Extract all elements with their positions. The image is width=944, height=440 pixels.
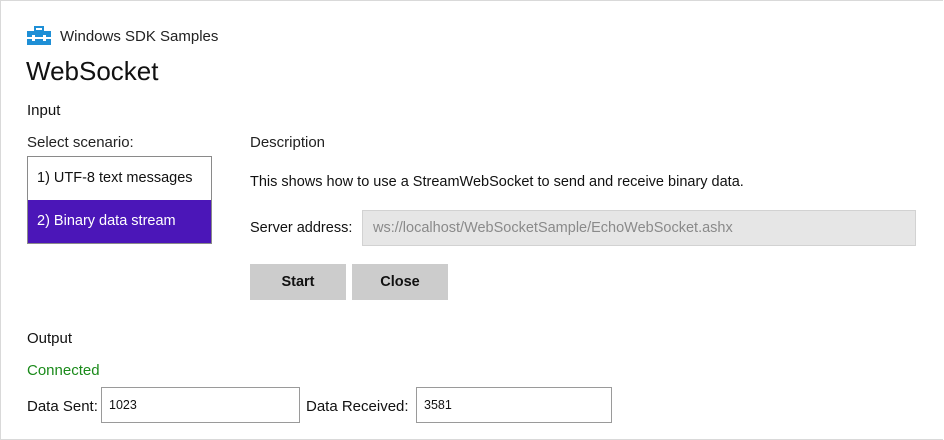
description-label: Description — [250, 134, 326, 151]
sdk-header: Windows SDK Samples — [26, 26, 218, 46]
server-address-label: Server address: — [250, 220, 353, 236]
scenario-label: Select scenario: — [27, 134, 134, 151]
scenario-item-binary[interactable]: 2) Binary data stream — [28, 200, 211, 243]
data-received-field[interactable] — [416, 387, 612, 423]
description-text: This shows how to use a StreamWebSocket … — [250, 174, 744, 190]
status-text: Connected — [27, 362, 100, 379]
data-sent-label: Data Sent: — [27, 398, 98, 415]
page-title: WebSocket — [26, 56, 159, 86]
data-received-label: Data Received: — [306, 398, 409, 415]
data-sent-field[interactable] — [101, 387, 300, 423]
scenario-list[interactable]: 1) UTF-8 text messages 2) Binary data st… — [27, 156, 212, 244]
start-button[interactable]: Start — [250, 264, 346, 300]
server-address-input[interactable] — [362, 210, 916, 246]
input-section-label: Input — [27, 102, 61, 119]
scenario-item-utf8[interactable]: 1) UTF-8 text messages — [28, 157, 211, 200]
app-title: Windows SDK Samples — [60, 27, 219, 45]
toolbox-icon — [26, 26, 52, 46]
output-section-label: Output — [27, 330, 73, 347]
close-button[interactable]: Close — [352, 264, 448, 300]
